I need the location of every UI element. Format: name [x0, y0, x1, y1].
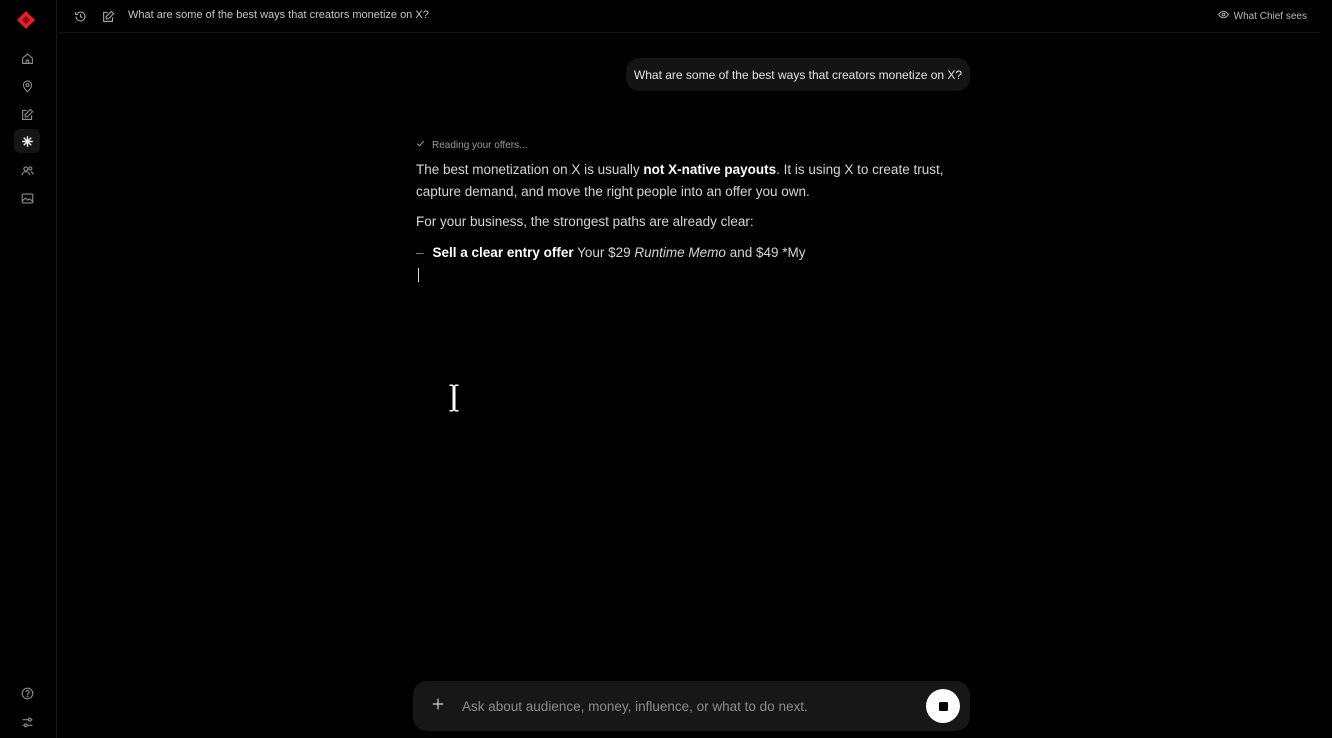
top-bar: What are some of the best ways that crea… — [58, 0, 1320, 33]
response-paragraph-1: The best monetization on X is usually no… — [416, 159, 961, 203]
map-pin-icon[interactable] — [18, 77, 36, 95]
response-bullet: – Sell a clear entry offer Your $29 Runti… — [416, 242, 961, 264]
image-icon[interactable] — [18, 189, 36, 207]
eye-icon — [1217, 9, 1229, 23]
what-chief-sees-label: What Chief sees — [1233, 10, 1307, 22]
message-input[interactable] — [462, 694, 912, 718]
p1-text-a: The best monetization on X is usually — [416, 162, 644, 177]
settings-sliders-icon[interactable] — [18, 713, 36, 731]
help-circle-icon[interactable] — [18, 684, 36, 702]
bullet-italic: Runtime Memo — [634, 245, 726, 260]
stop-icon — [938, 701, 948, 711]
users-icon[interactable] — [18, 161, 36, 179]
p1-emphasis: not X-native payouts — [643, 162, 777, 177]
logo-icon[interactable] — [16, 10, 36, 30]
history-icon[interactable] — [72, 8, 88, 24]
home-icon[interactable] — [18, 49, 36, 67]
edit-icon[interactable] — [18, 105, 36, 123]
text-cursor-icon — [446, 382, 462, 414]
plus-icon[interactable] — [429, 695, 447, 713]
bullet-title: Sell a clear entry offer — [432, 245, 574, 260]
bullet-dash: – — [416, 245, 424, 260]
user-message-bubble: What are some of the best ways that crea… — [626, 58, 970, 91]
status-text: Reading your offers... — [432, 139, 528, 151]
sidebar — [0, 0, 57, 738]
check-icon — [416, 139, 425, 151]
chat-title[interactable]: What are some of the best ways that crea… — [128, 9, 429, 21]
new-chat-icon[interactable] — [100, 8, 116, 24]
composer — [413, 681, 970, 731]
asterisk-icon[interactable] — [14, 129, 40, 153]
stop-button[interactable] — [926, 689, 960, 723]
what-chief-sees-button[interactable]: What Chief sees — [1217, 9, 1307, 23]
response-paragraph-2: For your business, the strongest paths a… — [416, 214, 754, 229]
app-window: What are some of the best ways that crea… — [0, 0, 1332, 738]
bullet-text-a: Your $29 — [573, 245, 635, 260]
streaming-caret — [418, 268, 419, 282]
bullet-text-b: and $49 *My — [725, 245, 806, 260]
status-indicator: Reading your offers... — [416, 139, 527, 151]
